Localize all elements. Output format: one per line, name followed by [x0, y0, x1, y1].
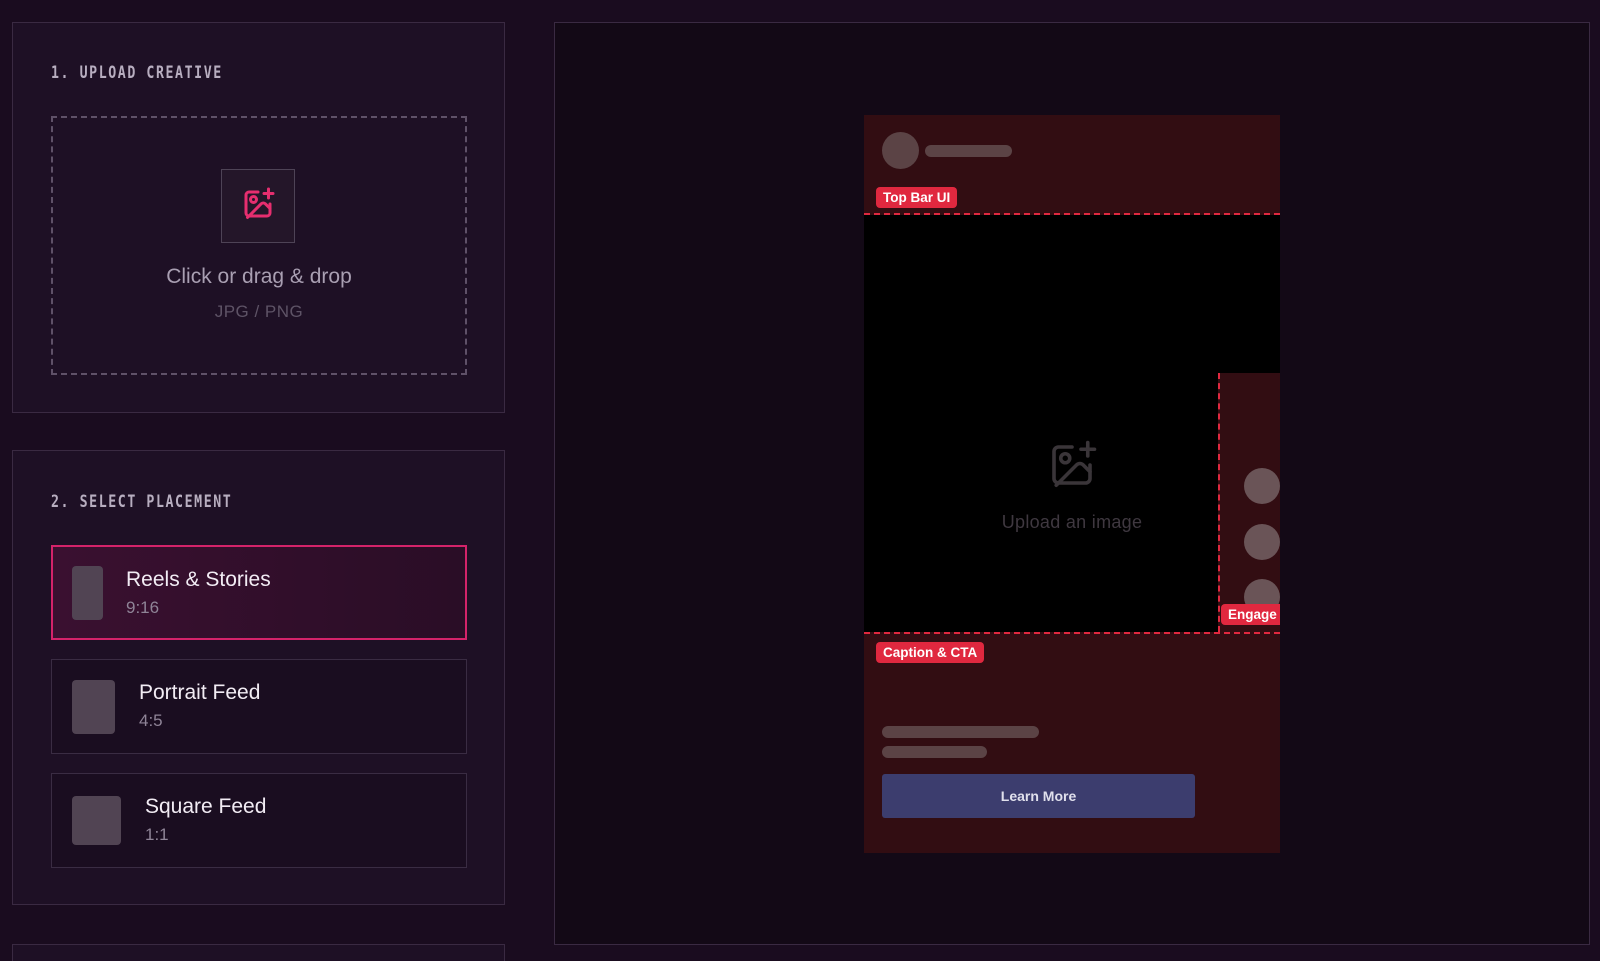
avatar-placeholder [882, 132, 919, 169]
placement-option-reels-stories[interactable]: Reels & Stories 9:16 [51, 545, 467, 640]
placement-option-label: Square Feed [145, 795, 267, 818]
placement-option-ratio: 1:1 [145, 825, 169, 844]
upload-panel: 1. UPLOAD CREATIVE Click or drag & drop … [12, 22, 505, 413]
ratio-thumb-9-16 [72, 566, 103, 620]
caption-zone-tag: Caption & CTA [876, 642, 985, 663]
username-placeholder [925, 145, 1012, 157]
upload-section-title: 1. UPLOAD CREATIVE [51, 63, 223, 83]
engage-zone-tag: Engage [1221, 604, 1280, 625]
dropzone-formats: JPG / PNG [214, 302, 304, 321]
image-plus-icon [240, 186, 276, 226]
placement-option-square-feed[interactable]: Square Feed 1:1 [51, 773, 467, 868]
caption-cta-safe-zone: Caption & CTA Learn More [864, 632, 1280, 853]
engage-icon-placeholder [1244, 468, 1280, 504]
ratio-thumb-4-5 [72, 680, 115, 734]
caption-placeholder-line [882, 746, 987, 758]
placement-section-title: 2. SELECT PLACEMENT [51, 492, 233, 512]
learn-more-button[interactable]: Learn More [882, 774, 1195, 818]
placement-option-label: Reels & Stories [126, 568, 271, 591]
ratio-thumb-1-1 [72, 796, 121, 845]
placement-option-ratio: 9:16 [126, 598, 160, 617]
next-section-panel [12, 944, 505, 961]
engage-safe-zone: Engage [1218, 373, 1280, 632]
dropzone-prompt: Click or drag & drop [166, 265, 352, 288]
placement-option-label: Portrait Feed [139, 681, 261, 704]
phone-preview: Upload an image Top Bar UI Engage Captio… [864, 115, 1280, 853]
top-bar-zone-tag: Top Bar UI [876, 187, 958, 208]
placement-option-portrait-feed[interactable]: Portrait Feed 4:5 [51, 659, 467, 754]
top-bar-safe-zone: Top Bar UI [864, 115, 1280, 215]
upload-icon-box [221, 169, 295, 243]
placement-option-ratio: 4:5 [139, 711, 163, 730]
caption-placeholder-line [882, 726, 1039, 738]
image-plus-icon [1045, 438, 1099, 496]
placement-panel: 2. SELECT PLACEMENT Reels & Stories 9:16… [12, 450, 505, 905]
engage-icon-placeholder [1244, 524, 1280, 560]
upload-dropzone[interactable]: Click or drag & drop JPG / PNG [51, 116, 467, 375]
